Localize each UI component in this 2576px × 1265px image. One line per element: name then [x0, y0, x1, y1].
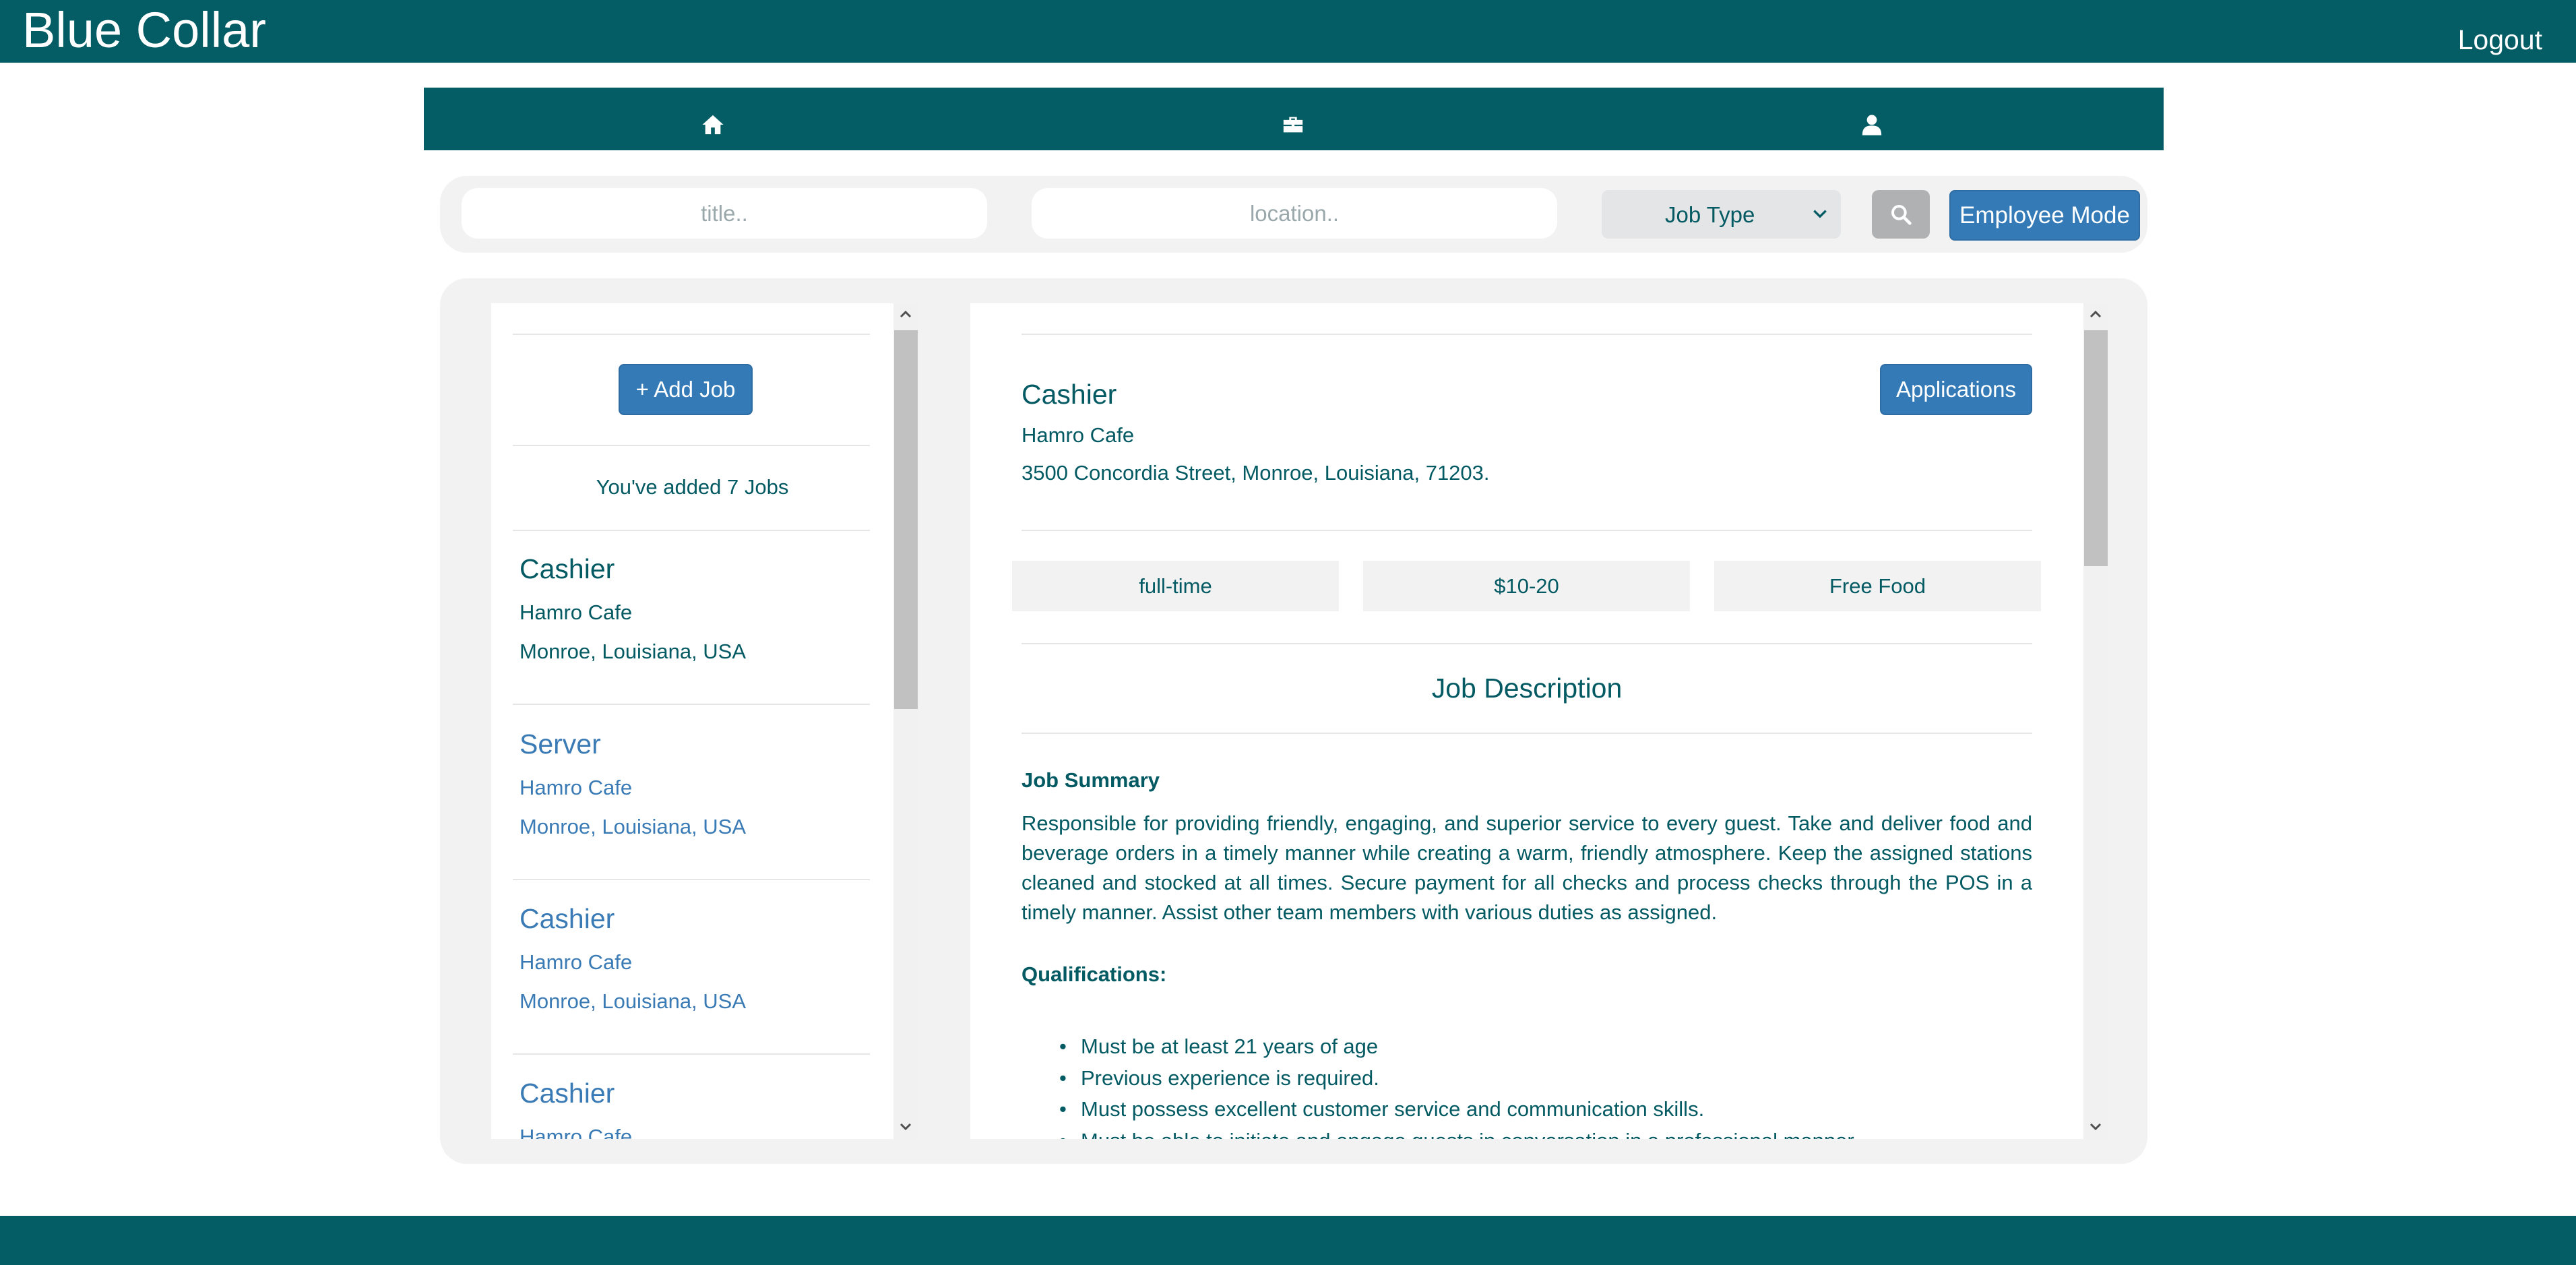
search-bar: title.. location.. Job Type Employee Mod…: [440, 176, 2147, 253]
title-placeholder: title..: [701, 200, 748, 226]
job-company: Hamro Cafe: [520, 776, 633, 799]
divider: [513, 1053, 870, 1055]
job-summary-heading: Job Summary: [1022, 768, 1160, 792]
job-detail-company: Hamro Cafe: [1022, 423, 1135, 447]
job-title: Cashier: [520, 1078, 615, 1109]
job-location: Monroe, Louisiana, USA: [520, 640, 747, 663]
job-list-item[interactable]: Server Hamro Cafe Monroe, Louisiana, USA: [520, 731, 870, 839]
scrollbar-thumb[interactable]: [2084, 330, 2108, 566]
divider: [513, 445, 870, 446]
divider: [513, 704, 870, 705]
divider: [1022, 733, 2032, 734]
job-title: Server: [520, 729, 601, 760]
main-nav: [424, 88, 2164, 150]
job-list-item[interactable]: Cashier Hamro Cafe Monroe, Louisiana, US…: [520, 905, 870, 1014]
scroll-up-icon[interactable]: [898, 306, 914, 322]
job-company: Hamro Cafe: [520, 1125, 633, 1139]
job-list-item[interactable]: Cashier Hamro Cafe: [520, 1078, 870, 1140]
applications-button[interactable]: Applications: [1880, 364, 2032, 415]
pay-range-tag: $10-20: [1363, 561, 1690, 611]
qualification-item: Must be at least 21 years of age: [1059, 1031, 2083, 1063]
job-title: Cashier: [520, 553, 615, 584]
qualification-item: Must possess excellent customer service …: [1059, 1094, 2083, 1125]
scroll-down-icon[interactable]: [2087, 1119, 2104, 1135]
divider: [513, 334, 870, 335]
job-title: Cashier: [520, 903, 615, 934]
location-placeholder: location..: [1249, 200, 1340, 226]
job-detail-address: 3500 Concordia Street, Monroe, Louisiana…: [1022, 461, 1490, 485]
qualifications-heading: Qualifications:: [1022, 962, 1167, 986]
search-icon: [1891, 205, 1912, 225]
divider: [1022, 530, 2032, 531]
divider: [513, 530, 870, 531]
job-location: Monroe, Louisiana, USA: [520, 815, 747, 838]
add-job-button[interactable]: + Add Job: [619, 364, 753, 415]
qualification-item: Previous experience is required.: [1059, 1063, 2083, 1094]
title-search-input[interactable]: title..: [462, 188, 987, 239]
chevron-down-icon: [1813, 210, 1827, 218]
scroll-up-icon[interactable]: [2087, 306, 2104, 322]
employee-mode-button[interactable]: Employee Mode: [1949, 190, 2140, 241]
job-list-item[interactable]: Cashier Hamro Cafe Monroe, Louisiana, US…: [520, 555, 870, 664]
home-icon[interactable]: [701, 113, 724, 136]
job-company: Hamro Cafe: [520, 600, 633, 624]
qualifications-list: Must be at least 21 years of age Previou…: [1022, 1031, 2083, 1139]
divider: [1022, 643, 2032, 644]
job-type-select[interactable]: Job Type: [1602, 190, 1841, 239]
job-company: Hamro Cafe: [520, 950, 633, 974]
user-icon[interactable]: [1860, 113, 1883, 136]
job-detail-title: Cashier: [1022, 379, 1117, 410]
scrollbar-thumb[interactable]: [894, 330, 918, 709]
brand-logo[interactable]: Blue Collar: [22, 5, 266, 55]
divider: [1022, 334, 2032, 335]
scroll-down-icon[interactable]: [898, 1119, 914, 1135]
job-type-tag: full-time: [1012, 561, 1339, 611]
qualification-item: Must be able to initiate and engage gues…: [1059, 1125, 2083, 1140]
job-type-value: Job Type: [1665, 202, 1755, 227]
search-button[interactable]: [1872, 190, 1930, 239]
job-list-panel[interactable]: + Add Job You've added 7 Jobs Cashier Ha…: [491, 303, 893, 1139]
job-detail-panel[interactable]: Cashier Hamro Cafe 3500 Concordia Street…: [970, 303, 2083, 1139]
job-location: Monroe, Louisiana, USA: [520, 989, 747, 1013]
job-list-scrollbar[interactable]: [893, 303, 918, 1139]
briefcase-icon[interactable]: [1282, 113, 1305, 136]
top-bar: Blue Collar Logout: [0, 0, 2576, 63]
divider: [513, 879, 870, 880]
job-detail-scrollbar[interactable]: [2083, 303, 2108, 1139]
job-description-heading: Job Description: [1431, 673, 1623, 704]
footer-bar: [0, 1216, 2576, 1265]
jobs-count: You've added 7 Jobs: [596, 475, 789, 499]
benefit-tag: Free Food: [1714, 561, 2041, 611]
location-search-input[interactable]: location..: [1032, 188, 1557, 239]
logout-link[interactable]: Logout: [2458, 24, 2542, 56]
job-summary-text: Responsible for providing friendly, enga…: [1022, 811, 2032, 924]
